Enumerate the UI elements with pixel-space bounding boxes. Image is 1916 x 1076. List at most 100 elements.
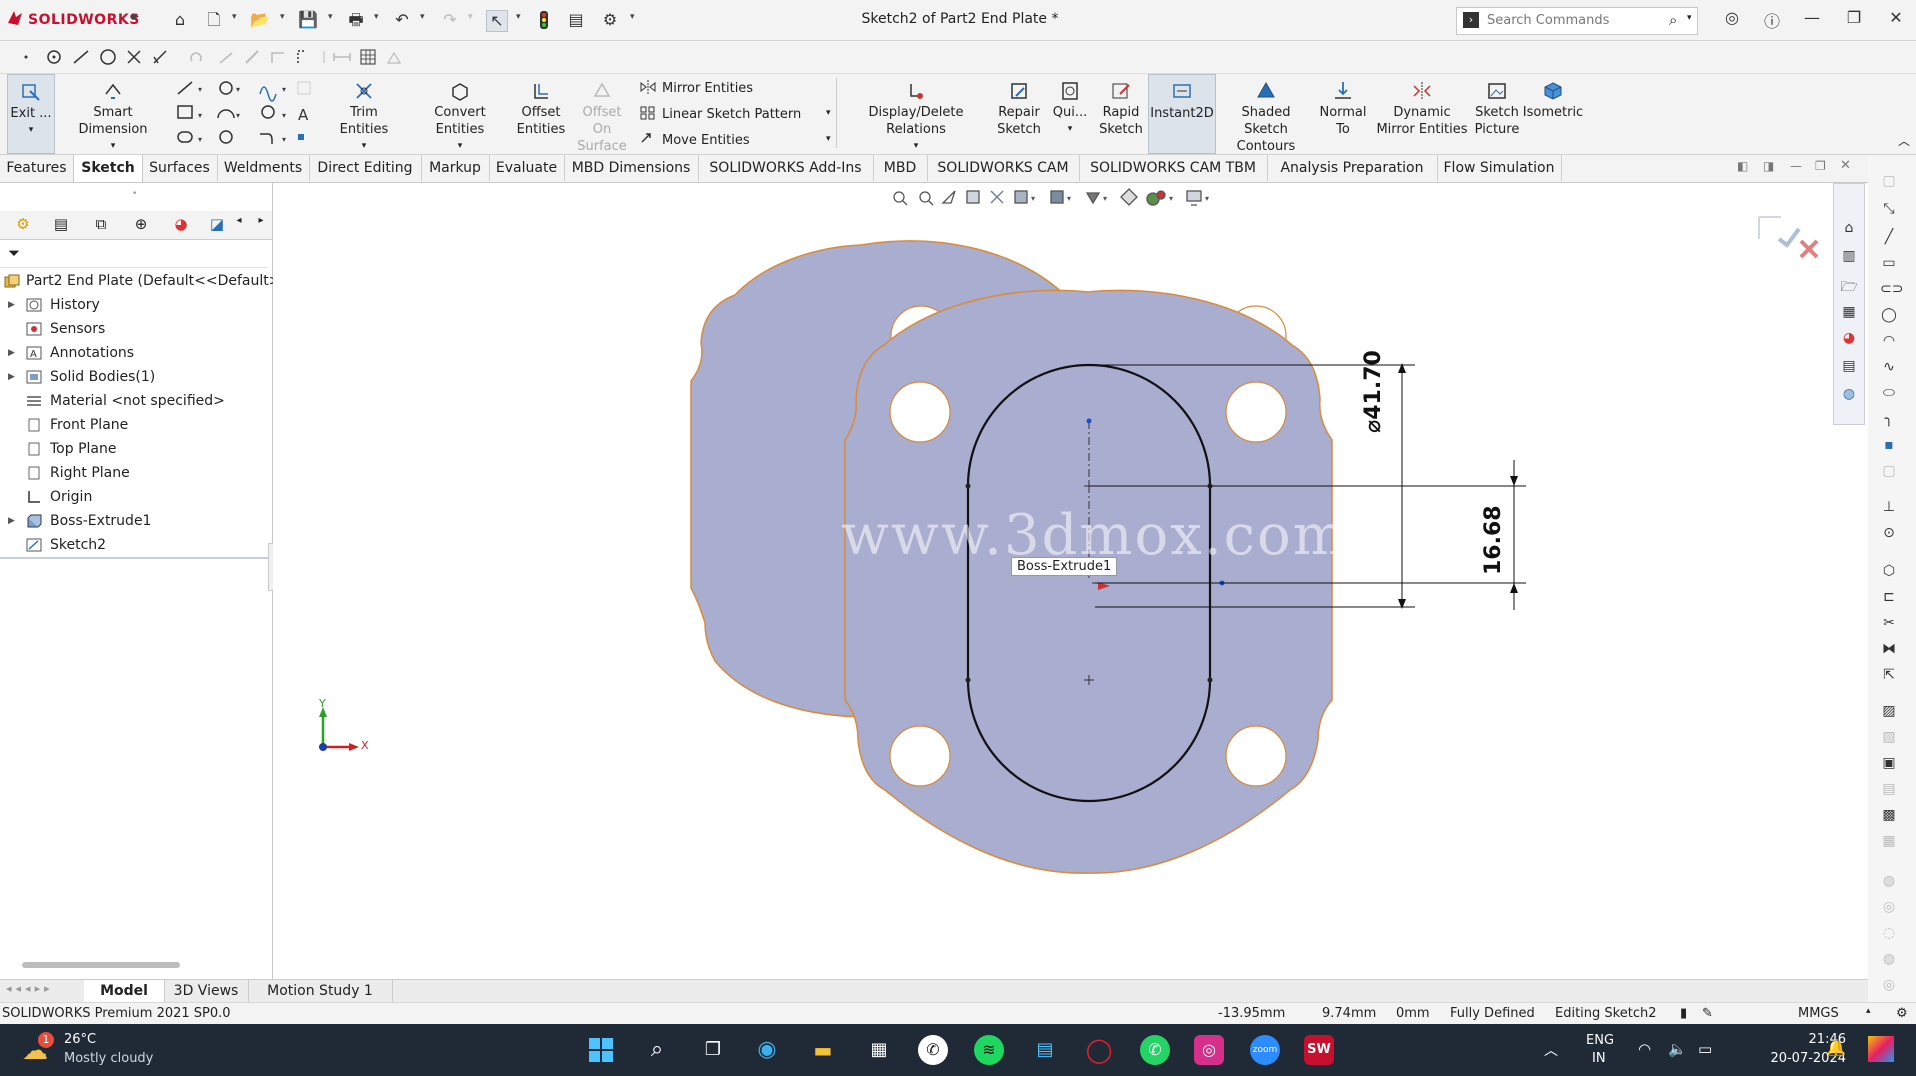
forum-icon[interactable]: ◍ (1840, 386, 1858, 402)
rapid-sketch-icon[interactable]: ▩ (1880, 807, 1898, 823)
sketch-picture-button[interactable]: Sketch Picture (1474, 74, 1520, 152)
help-icon[interactable]: ⓘ (1760, 8, 1784, 32)
doc-restore-icon[interactable]: ❐ (1815, 159, 1826, 173)
panel-handle-icon[interactable]: • (132, 189, 137, 199)
wifi-icon[interactable]: ◠ (1638, 1040, 1651, 1058)
block-icon[interactable]: ▦ (1880, 833, 1898, 849)
expand-arrow-icon[interactable]: ▶ (8, 509, 15, 533)
sketch-tool-icon[interactable]: ▢ (1880, 173, 1898, 189)
tree-item-solid-bodies[interactable]: ▶ Solid Bodies(1) (0, 365, 272, 389)
undo-dropdown-icon[interactable]: ▾ (420, 12, 425, 22)
convert-entities-icon[interactable]: ⬡ (1880, 563, 1898, 579)
trim-dropdown-icon[interactable]: ▾ (326, 138, 402, 155)
rapid-sketch-button[interactable]: Rapid Sketch (1096, 74, 1146, 152)
relations-icon[interactable]: ⊥ (1880, 499, 1898, 515)
rebuild-traffic-light-icon[interactable] (534, 10, 554, 30)
taskbar-search-icon[interactable]: ⌕ (642, 1035, 672, 1065)
feature-tree-tab-icon[interactable]: ⚙ (8, 215, 38, 235)
smart-dimension-icon[interactable]: ⤡ (1880, 201, 1898, 217)
appearances-icon[interactable]: ◕ (1840, 330, 1858, 346)
tab-scroll-arrows-icon[interactable]: ◂◂◂▸▸ (6, 982, 54, 995)
notepad-icon[interactable]: ▤ (1030, 1035, 1060, 1065)
opera-icon[interactable]: ◯ (1084, 1035, 1114, 1065)
ellipse-icon[interactable]: ⬭ (1880, 385, 1898, 401)
tab-solidworks-cam-tbm[interactable]: SOLIDWORKS CAM TBM (1079, 155, 1268, 181)
instant2d-icon[interactable]: ▣ (1880, 755, 1898, 771)
tree-horizontal-scrollbar[interactable] (22, 962, 180, 968)
file-explorer-icon[interactable]: ▬ (808, 1035, 838, 1065)
tree-item-origin[interactable]: Origin (0, 485, 272, 509)
tab-motion-study-1[interactable]: Motion Study 1 (248, 980, 393, 1002)
filter-icon[interactable]: ⏷ (8, 244, 20, 262)
select-dropdown-icon[interactable]: ▾ (516, 12, 521, 22)
quick-snaps-button[interactable]: Qui... ▾ (1050, 74, 1090, 152)
search-icon[interactable]: ⌕ (1669, 11, 1677, 29)
save-icon[interactable]: 💾 (298, 10, 318, 30)
diameter-dimension[interactable]: ⌀41.70 (1361, 350, 1386, 433)
custom-properties-icon[interactable]: ▤ (1840, 358, 1858, 374)
options-gear-icon[interactable]: ⚙ (600, 10, 620, 30)
menu-expand-icon[interactable]: ▶ (132, 12, 139, 22)
tab-solidworks-add-ins[interactable]: SOLIDWORKS Add-Ins (698, 155, 874, 181)
trim-icon[interactable]: ✂ (1880, 615, 1898, 631)
move-dropdown-icon[interactable]: ▾ (826, 134, 831, 144)
circle-icon[interactable]: ◯ (1880, 307, 1898, 323)
search-input[interactable]: Search Commands (1487, 13, 1609, 28)
file-properties-icon[interactable]: ▤ (566, 10, 586, 30)
unit-system[interactable]: MMGS (1798, 1006, 1839, 1021)
disabled-tool-icon[interactable]: ◎ (1880, 899, 1898, 915)
relations-dropdown-icon[interactable]: ▾ (840, 138, 992, 155)
quick-snaps-dropdown-icon[interactable]: ▾ (1050, 121, 1090, 138)
disabled-tool-icon[interactable]: ◎ (1880, 977, 1898, 993)
microsoft-store-icon[interactable]: ▦ (864, 1035, 894, 1065)
tab-markup[interactable]: Markup (421, 155, 490, 181)
normal-to-button[interactable]: Normal To (1318, 74, 1368, 152)
exit-sketch-button[interactable]: Exit ... ▾ (7, 74, 55, 154)
offset-entities-icon[interactable]: ⊏ (1880, 589, 1898, 605)
notification-bell-icon[interactable]: 🔔 (1826, 1038, 1846, 1057)
graphics-area[interactable]: ▾ ▾ ▾ ▾ ▾ ⌀41.70 16.68 www.3dmox.com Bos… (273, 183, 1833, 979)
pattern-dropdown-icon[interactable]: ▾ (826, 108, 831, 118)
account-icon[interactable]: ◎ (1720, 8, 1744, 27)
expand-arrow-icon[interactable]: ▶ (8, 293, 15, 317)
tab-evaluate[interactable]: Evaluate (489, 155, 565, 181)
sketch-entities-grid[interactable]: ▾ ▾ ▾ ▾ ▾ ▾ A ▾ ▾ (174, 78, 324, 150)
language-code[interactable]: ENG (1586, 1033, 1614, 1048)
tab-weldments[interactable]: Weldments (217, 155, 310, 181)
new-document-icon[interactable]: 🗋 (204, 10, 224, 30)
doc-minimize-icon[interactable]: — (1790, 159, 1802, 173)
exit-dropdown-icon[interactable]: ▾ (8, 122, 54, 139)
design-library-icon[interactable]: ▥ (1840, 248, 1858, 264)
doc-close-icon[interactable]: ✕ (1840, 158, 1851, 173)
doc-tile-left-icon[interactable]: ◧ (1737, 159, 1748, 173)
tab-mbd-dimensions[interactable]: MBD Dimensions (564, 155, 699, 181)
disabled-tool-icon[interactable]: ◌ (1880, 925, 1898, 941)
point-icon[interactable]: ▪ (1880, 437, 1898, 453)
rectangle-icon[interactable]: ▭ (1880, 255, 1898, 271)
whatsapp-icon[interactable]: ✆ (918, 1035, 948, 1065)
convert-dropdown-icon[interactable]: ▾ (410, 138, 510, 155)
redo-dropdown-icon[interactable]: ▾ (468, 12, 473, 22)
minimize-icon[interactable]: — (1800, 8, 1824, 27)
arc-icon[interactable]: ◠ (1880, 333, 1898, 349)
open-icon[interactable]: 📂 (250, 10, 270, 30)
repair-sketch-button[interactable]: Repair Sketch (994, 74, 1044, 152)
options-dropdown-icon[interactable]: ▾ (630, 12, 635, 22)
copilot-icon[interactable] (1868, 1036, 1894, 1062)
search-dropdown-icon[interactable]: ▾ (1687, 13, 1692, 23)
battery-icon[interactable]: ▭ (1698, 1040, 1712, 1058)
offset-entities-button[interactable]: Offset Entities (514, 74, 568, 152)
tab-model[interactable]: Model (84, 980, 165, 1002)
fillet-icon[interactable]: ╮ (1880, 411, 1898, 427)
status-settings-icon[interactable]: ⚙ (1896, 1006, 1908, 1021)
home-icon[interactable]: ⌂ (1840, 220, 1858, 236)
tree-item-history[interactable]: ▶ History (0, 293, 272, 317)
smart-dimension-dropdown-icon[interactable]: ▾ (60, 138, 166, 155)
whatsapp-desktop-icon[interactable]: ✆ (1140, 1035, 1170, 1065)
restore-icon[interactable]: ❐ (1842, 8, 1866, 27)
search-commands-box[interactable]: › Search Commands ⌕ ▾ (1456, 7, 1698, 35)
tab-flow-simulation[interactable]: Flow Simulation (1437, 155, 1562, 181)
tree-item-front-plane[interactable]: Front Plane (0, 413, 272, 437)
tree-item-material[interactable]: Material <not specified> (0, 389, 272, 413)
language-region[interactable]: IN (1592, 1051, 1606, 1066)
